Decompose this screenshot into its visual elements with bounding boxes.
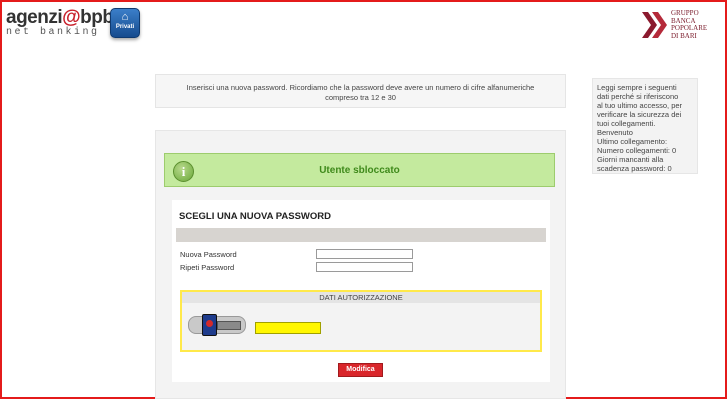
new-password-input[interactable]	[316, 249, 413, 259]
home-icon: ⌂	[121, 11, 129, 23]
security-info-panel: Leggi sempre i seguenti dati perché si r…	[592, 78, 698, 174]
form-title: SCEGLI UNA NUOVA PASSWORD	[179, 211, 332, 222]
logo-bpb-text: bpb	[80, 7, 114, 28]
authorization-box: DATI AUTORIZZAZIONE	[180, 290, 542, 352]
instructions-line-1: Inserisci una nuova password. Ricordiamo…	[186, 83, 535, 92]
otp-token-icon	[188, 314, 246, 336]
info-line: Leggi sempre i seguenti	[597, 83, 677, 92]
logo-wordmark: agenzi@bpb	[6, 7, 114, 28]
privati-button[interactable]: ⌂ Privati	[110, 8, 140, 38]
status-message: Utente sbloccato	[319, 165, 400, 176]
bank-name-line: DI BARI	[671, 31, 697, 40]
logo-brand-text: agenzi	[6, 7, 63, 28]
info-line: al tuo ultimo accesso, per	[597, 101, 683, 110]
repeat-password-input[interactable]	[316, 262, 413, 272]
logo-subtitle: net banking	[6, 27, 100, 38]
info-line: Giorni mancanti alla	[597, 155, 664, 164]
form-header-strip	[176, 228, 546, 242]
bank-name: GRUPPO BANCA POPOLARE DI BARI	[671, 9, 707, 40]
password-expiry: scadenza password: 0	[597, 164, 672, 173]
token-logo-icon	[202, 314, 217, 336]
agenzi-bpb-logo[interactable]: agenzi@bpb net banking	[6, 7, 114, 39]
last-login-label: Ultimo collegamento:	[597, 137, 668, 146]
welcome-text: Benvenuto	[597, 128, 633, 137]
token-screen	[217, 321, 241, 330]
repeat-password-label: Ripeti Password	[180, 263, 235, 272]
info-line: verificare la sicurezza dei	[597, 110, 682, 119]
info-line: dati perché si riferiscono	[597, 92, 679, 101]
status-message-bar: i Utente sbloccato	[164, 153, 555, 187]
info-line: tuoi collegamenti.	[597, 119, 656, 128]
bank-chevron-icon	[642, 12, 667, 38]
otp-input[interactable]	[255, 322, 321, 334]
modifica-button[interactable]: Modifica	[338, 363, 383, 377]
authorization-header: DATI AUTORIZZAZIONE	[182, 292, 540, 303]
instructions-line-2: compreso tra 12 e 30	[325, 93, 396, 102]
password-form: SCEGLI UNA NUOVA PASSWORD Nuova Password…	[172, 200, 550, 382]
password-instructions: Inserisci una nuova password. Ricordiamo…	[155, 74, 566, 108]
logo-at-text: @	[62, 7, 81, 28]
login-count: Numero collegamenti: 0	[597, 146, 677, 155]
privati-label: Privati	[115, 24, 135, 30]
new-password-label: Nuova Password	[180, 250, 237, 259]
